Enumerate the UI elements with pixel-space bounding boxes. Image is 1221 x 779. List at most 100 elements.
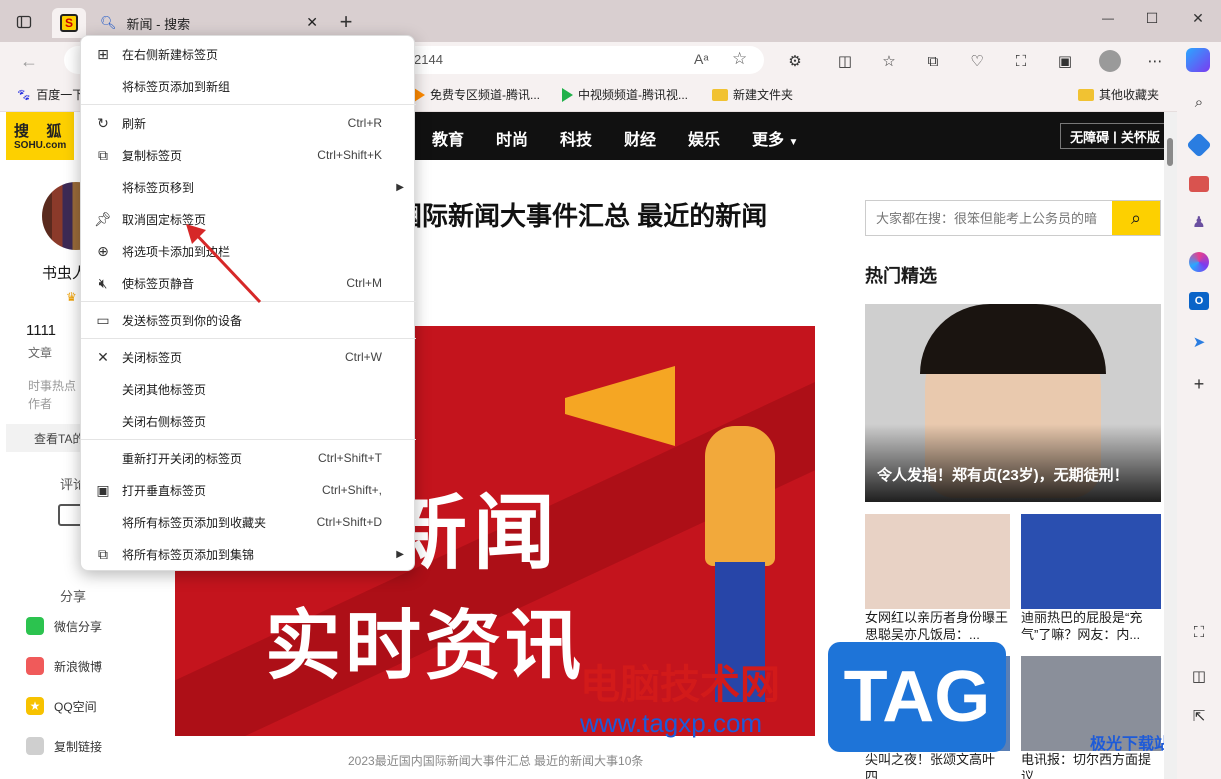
shopping-tag-icon[interactable] bbox=[1186, 132, 1212, 158]
menu-separator bbox=[81, 104, 416, 105]
hot-card-text[interactable]: 女网红以亲历者身份曝王思聪吴亦凡饭局：... bbox=[865, 609, 1010, 645]
author-desc-line: 作者 bbox=[28, 397, 53, 411]
tab-actions-icon[interactable] bbox=[14, 12, 34, 32]
more-menu-icon[interactable]: ⋯ bbox=[1144, 50, 1166, 72]
menu-item-add-all-collections[interactable]: ⧉ 将所有标签页添加到集锦 ▶ bbox=[81, 539, 416, 569]
games-icon[interactable]: ♟ bbox=[1187, 210, 1211, 234]
tab-close-icon[interactable]: ✕ bbox=[306, 14, 318, 31]
share-weibo[interactable]: 新浪微博 bbox=[26, 657, 102, 675]
bookmark-item-mid-video[interactable]: 中视频频道-腾讯视... bbox=[562, 86, 688, 103]
nav-item-entertainment[interactable]: 娱乐 bbox=[688, 126, 720, 150]
menu-separator bbox=[81, 439, 416, 440]
nav-item-fashion[interactable]: 时尚 bbox=[496, 126, 528, 150]
hot-card-image[interactable] bbox=[1021, 514, 1161, 609]
nav-item-tech[interactable]: 科技 bbox=[560, 126, 592, 150]
annotation-arrow bbox=[186, 224, 262, 304]
menu-item-close-others[interactable]: 关闭其他标签页 bbox=[81, 374, 416, 404]
search-button[interactable]: ⌕ bbox=[1112, 201, 1160, 235]
menu-item-refresh[interactable]: ↻ 刷新 Ctrl+R bbox=[81, 108, 416, 138]
menu-item-vertical-tabs[interactable]: ▣ 打开垂直标签页 Ctrl+Shift+, bbox=[81, 475, 416, 505]
hot-main-caption: 令人发指！郑有贞(23岁)，无期徒刑！ bbox=[877, 467, 1129, 484]
scrollbar-thumb[interactable] bbox=[1167, 138, 1173, 166]
search-icon[interactable]: ⌕ bbox=[1187, 90, 1211, 114]
share-qzone[interactable]: ★ QQ空间 bbox=[26, 697, 97, 715]
nav-item-more[interactable]: 更多 ▼ bbox=[752, 126, 798, 150]
menu-item-duplicate[interactable]: ⧉ 复制标签页 Ctrl+Shift+K bbox=[81, 140, 416, 170]
send-icon[interactable]: ➤ bbox=[1187, 330, 1211, 354]
qzone-star-icon: ★ bbox=[26, 697, 44, 715]
menu-item-add-all-favorites[interactable]: 将所有标签页添加到收藏夹 Ctrl+Shift+D bbox=[81, 507, 416, 537]
outlook-icon[interactable]: O bbox=[1189, 292, 1209, 310]
screenshot-side-icon[interactable]: ⛶ bbox=[1187, 620, 1211, 644]
sohu-favicon: S bbox=[60, 14, 78, 32]
search-box[interactable]: ⌕ bbox=[865, 200, 1161, 236]
send-device-icon: ▭ bbox=[96, 311, 110, 328]
tag-logo-text: TAG bbox=[843, 657, 991, 737]
new-tab-button[interactable]: + bbox=[334, 9, 358, 34]
menu-item-add-to-group[interactable]: 将标签页添加到新组 bbox=[81, 71, 416, 101]
other-bookmarks[interactable]: 其他收藏夹 bbox=[1078, 86, 1159, 103]
menu-item-move-tab[interactable]: 将标签页移到 ▶ bbox=[81, 172, 416, 202]
hot-card-text[interactable]: 迪丽热巴的屁股是“充气”了嘛？网友：内... bbox=[1021, 609, 1161, 645]
chevron-right-icon: ▶ bbox=[396, 548, 404, 560]
banner-text-realtime: 实时资讯 bbox=[265, 604, 585, 689]
close-window-button[interactable]: ✕ bbox=[1186, 6, 1210, 30]
search-input[interactable] bbox=[866, 201, 1114, 235]
menu-item-new-tab-right[interactable]: ⊞ 在右侧新建标签页 bbox=[81, 39, 416, 69]
sohu-logo[interactable]: 搜 狐 SOHU.com bbox=[6, 112, 74, 160]
share-wechat[interactable]: 微信分享 bbox=[26, 617, 102, 635]
mute-icon: 🔇︎ bbox=[98, 274, 108, 291]
nav-item-education[interactable]: 教育 bbox=[432, 126, 464, 150]
hide-sidebar-icon[interactable]: ◫ bbox=[1187, 664, 1211, 688]
profile-avatar[interactable] bbox=[1099, 50, 1121, 72]
toolbox-icon[interactable] bbox=[1189, 176, 1209, 192]
hot-card-text[interactable]: 电讯报：切尔西方面提议... bbox=[1021, 751, 1161, 779]
hot-card-image[interactable] bbox=[865, 514, 1010, 609]
add-sidebar-icon[interactable]: + bbox=[1187, 372, 1211, 396]
tab-pinned-sohu[interactable]: S bbox=[52, 8, 86, 38]
close-icon: ✕ bbox=[97, 348, 109, 365]
screenshot-icon[interactable]: ⛶ bbox=[1010, 50, 1032, 72]
extensions-icon[interactable]: ⚙ bbox=[784, 50, 806, 72]
health-icon[interactable]: ♡ bbox=[966, 50, 988, 72]
accessibility-toggle[interactable]: 无障碍 | 关怀版 bbox=[1060, 123, 1170, 149]
scrollbar[interactable] bbox=[1164, 112, 1177, 779]
share-copy-link[interactable]: 复制链接 bbox=[26, 737, 102, 755]
watermark-url: www.tagxp.com bbox=[580, 708, 763, 738]
search-favicon-icon: 🔍︎ bbox=[100, 15, 117, 30]
weibo-icon bbox=[26, 657, 44, 675]
favorites-icon[interactable]: ☆ bbox=[878, 50, 900, 72]
copilot-icon[interactable] bbox=[1186, 48, 1210, 72]
menu-separator bbox=[81, 338, 416, 339]
collections-toolbar-icon[interactable]: ⧉ bbox=[922, 50, 944, 72]
articles-label: 文章 bbox=[28, 346, 53, 360]
collections-icon: ⧉ bbox=[98, 545, 108, 562]
vertical-tabs-icon: ▣ bbox=[96, 481, 110, 498]
menu-item-close-tab[interactable]: ✕ 关闭标签页 Ctrl+W bbox=[81, 342, 416, 372]
sidebar-add-icon: ⊕ bbox=[97, 242, 109, 259]
back-icon[interactable]: ← bbox=[18, 50, 40, 72]
nav-item-finance[interactable]: 财经 bbox=[624, 126, 656, 150]
chevron-down-icon: ▼ bbox=[788, 137, 799, 148]
hot-main-hair bbox=[920, 304, 1106, 374]
new-tab-icon: ⊞ bbox=[97, 45, 109, 62]
microsoft-365-icon[interactable] bbox=[1189, 252, 1209, 272]
maximize-button[interactable]: ☐ bbox=[1140, 6, 1164, 30]
refresh-icon: ↻ bbox=[97, 114, 109, 131]
tab-search-news[interactable]: 🔍︎ 新闻 - 搜索 ✕ bbox=[90, 8, 330, 38]
hot-main-card[interactable]: 令人发指！郑有贞(23岁)，无期徒刑！ bbox=[865, 304, 1161, 502]
chevron-right-icon: ▶ bbox=[396, 181, 404, 193]
read-aloud-icon[interactable]: Aᵃ bbox=[694, 51, 709, 67]
bookmark-item-free-zone[interactable]: 免费专区频道-腾讯... bbox=[414, 86, 540, 103]
bookmark-item-baidu[interactable]: 🐾︎ 百度一下 bbox=[16, 86, 84, 103]
menu-item-close-right[interactable]: 关闭右侧标签页 bbox=[81, 406, 416, 436]
bookmark-item-new-folder[interactable]: 新建文件夹 bbox=[712, 86, 793, 103]
split-screen-icon[interactable]: ◫ bbox=[834, 50, 856, 72]
open-external-icon[interactable]: ⇱ bbox=[1187, 704, 1211, 728]
menu-item-reopen-closed[interactable]: 重新打开关闭的标签页 Ctrl+Shift+T bbox=[81, 443, 416, 473]
hot-card-text[interactable]: 尖叫之夜！张颂文高叶四... bbox=[865, 751, 1010, 779]
article-caption: 2023最近国内国际新闻大事件汇总 最近的新闻大事10条 bbox=[348, 754, 644, 768]
minimize-button[interactable]: — bbox=[1096, 6, 1120, 30]
favorite-star-icon[interactable]: ☆ bbox=[732, 49, 747, 69]
workspaces-icon[interactable]: ▣ bbox=[1054, 50, 1076, 72]
